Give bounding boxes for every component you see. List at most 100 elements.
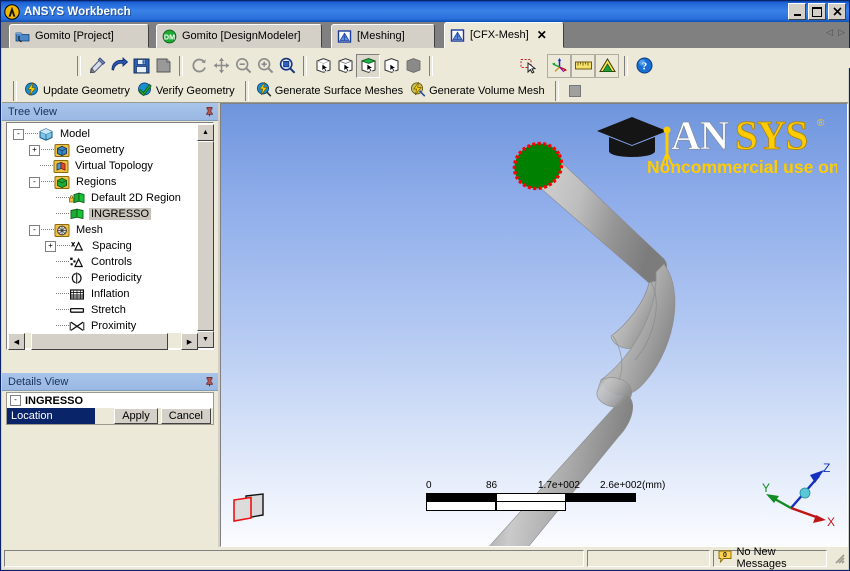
tree-toggle-icon[interactable]: - bbox=[29, 176, 40, 188]
generate-surface-meshes-icon bbox=[256, 81, 272, 100]
maximize-button[interactable] bbox=[808, 3, 826, 20]
box-select-icon[interactable] bbox=[518, 55, 546, 77]
generate-volume-mesh-button[interactable]: Generate Volume Mesh bbox=[408, 81, 550, 101]
scroll-right-button[interactable]: ▶ bbox=[181, 333, 198, 350]
details-row-label: Location bbox=[7, 408, 95, 424]
tab-nav-arrows: ◁ ▷ bbox=[826, 27, 845, 38]
tree-toggle-icon[interactable]: + bbox=[29, 144, 40, 156]
generate-surface-meshes-button[interactable]: Generate Surface Meshes bbox=[254, 81, 408, 101]
scroll-down-button[interactable]: ▼ bbox=[197, 331, 214, 348]
export-icon[interactable] bbox=[152, 55, 174, 77]
toolbar-separator bbox=[13, 80, 17, 101]
axis-label-y: Y bbox=[762, 481, 770, 495]
resize-grip-icon[interactable] bbox=[832, 551, 846, 565]
scroll-left-button[interactable]: ◀ bbox=[8, 333, 25, 350]
tab-gomito-designmodeler[interactable]: DM Gomito [DesignModeler] bbox=[156, 24, 322, 48]
tree-node-label: Inflation bbox=[91, 288, 130, 300]
tree-node-regions[interactable]: - Regions bbox=[7, 174, 197, 190]
select-vertex-icon[interactable] bbox=[312, 55, 334, 77]
zoom-in-icon[interactable] bbox=[254, 55, 276, 77]
mesh-quality-icon[interactable] bbox=[595, 53, 619, 78]
apply-button[interactable]: Apply bbox=[114, 408, 158, 424]
ruler-icon[interactable] bbox=[571, 53, 595, 78]
tree-toggle-icon[interactable]: + bbox=[45, 240, 56, 252]
periodicity-icon bbox=[69, 271, 85, 286]
mesh-icon bbox=[54, 223, 70, 238]
tree-node-label: Periodicity bbox=[91, 272, 142, 284]
tree-connector bbox=[56, 309, 69, 311]
coordinate-triad: Z Y X bbox=[762, 461, 835, 529]
close-icon[interactable]: ✕ bbox=[537, 28, 547, 42]
select-body-icon[interactable] bbox=[380, 55, 402, 77]
graphics-viewport[interactable]: AN SYS ® Noncommercial use only 0 86 1.7… bbox=[220, 103, 848, 547]
view-plane-icon[interactable] bbox=[230, 491, 270, 525]
help-icon[interactable]: ? bbox=[633, 55, 655, 77]
tree-node-periodicity[interactable]: Periodicity bbox=[7, 270, 197, 286]
scale-segment-2 bbox=[496, 493, 566, 502]
button-label: Update Geometry bbox=[43, 84, 130, 97]
tree-node-stretch[interactable]: Stretch bbox=[7, 302, 197, 318]
tree-node-ingresso[interactable]: INGRESSO bbox=[7, 206, 197, 222]
close-button[interactable] bbox=[828, 3, 846, 20]
axis-label-x: X bbox=[827, 515, 835, 529]
tree-node-geometry[interactable]: + Geometry bbox=[7, 142, 197, 158]
tab-next-button[interactable]: ▷ bbox=[838, 27, 845, 38]
toolbar-separator bbox=[624, 55, 628, 76]
pan-icon[interactable] bbox=[210, 55, 232, 77]
tab-cfx-mesh[interactable]: [CFX-Mesh] ✕ bbox=[444, 22, 564, 48]
details-group-row[interactable]: - INGRESSO bbox=[6, 392, 214, 408]
zoom-out-icon[interactable] bbox=[232, 55, 254, 77]
tree-node-virtual-topology[interactable]: Virtual Topology bbox=[7, 158, 197, 174]
tree-node-model[interactable]: - Model bbox=[7, 126, 197, 142]
scroll-thumb[interactable] bbox=[31, 333, 168, 350]
main-toolbar: ? bbox=[2, 52, 848, 79]
cancel-button[interactable]: Cancel bbox=[160, 408, 211, 424]
pin-icon[interactable] bbox=[204, 106, 215, 117]
svg-text:DM: DM bbox=[164, 32, 175, 41]
model-icon bbox=[38, 127, 54, 142]
refresh-icon[interactable] bbox=[188, 55, 210, 77]
region-icon bbox=[69, 207, 85, 222]
tree-node-label: Regions bbox=[76, 176, 117, 188]
verify-geometry-button[interactable]: Verify Geometry bbox=[135, 81, 240, 101]
tree-node-proximity[interactable]: Proximity bbox=[7, 318, 197, 334]
tree-node-mesh[interactable]: - Mesh bbox=[7, 222, 197, 238]
zoom-to-fit-icon[interactable] bbox=[276, 55, 298, 77]
new-icon[interactable] bbox=[86, 55, 108, 77]
tree-horizontal-scrollbar[interactable]: ◀ ▶ bbox=[8, 333, 198, 350]
details-location-row[interactable]: Location Apply Cancel bbox=[6, 408, 214, 425]
tree-node-default-2d-region[interactable]: Default 2D Region bbox=[7, 190, 197, 206]
tab-prev-button[interactable]: ◁ bbox=[826, 27, 833, 38]
select-face-icon[interactable] bbox=[356, 53, 380, 78]
status-message-field[interactable]: 0 No New Messages bbox=[713, 546, 827, 570]
tab-gomito-project[interactable]: Gomito [Project] bbox=[9, 24, 149, 48]
details-group-label: INGRESSO bbox=[25, 394, 84, 407]
open-icon[interactable] bbox=[108, 55, 130, 77]
mesh-toolbar: Update Geometry Verify Geometry Generate bbox=[2, 79, 848, 103]
scale-bar: 0 86 1.7e+002 2.6e+002(mm) bbox=[426, 480, 665, 511]
tree-node-spacing[interactable]: + Spacing bbox=[7, 238, 197, 254]
tree-toggle-icon[interactable]: - bbox=[29, 224, 40, 236]
tree-vertical-scrollbar[interactable]: ▲ ▼ bbox=[197, 124, 214, 348]
pin-icon[interactable] bbox=[204, 376, 215, 387]
coordinate-triad-icon[interactable] bbox=[547, 53, 571, 78]
status-left-field bbox=[4, 549, 585, 567]
toolbar-separator bbox=[429, 55, 433, 76]
tree-toggle-icon[interactable]: - bbox=[13, 128, 24, 140]
select-edge-icon[interactable] bbox=[334, 55, 356, 77]
scroll-thumb[interactable] bbox=[197, 141, 214, 331]
tab-meshing[interactable]: [Meshing] bbox=[331, 24, 435, 48]
tree-node-inflation[interactable]: Inflation bbox=[7, 286, 197, 302]
minimize-button[interactable] bbox=[788, 3, 806, 20]
stretch-icon bbox=[69, 303, 85, 318]
update-geometry-button[interactable]: Update Geometry bbox=[22, 81, 135, 101]
tree-view[interactable]: - Model + Geometry Virtual Topology - Regions D… bbox=[7, 123, 197, 352]
tree-node-label: Proximity bbox=[91, 320, 137, 332]
scroll-up-button[interactable]: ▲ bbox=[197, 124, 214, 141]
solid-shade-icon[interactable] bbox=[402, 55, 424, 77]
collapse-toggle-icon[interactable]: - bbox=[10, 395, 21, 406]
tree-connector bbox=[25, 133, 38, 135]
tree-node-controls[interactable]: Controls bbox=[7, 254, 197, 270]
stop-icon[interactable] bbox=[564, 80, 586, 102]
save-icon[interactable] bbox=[130, 55, 152, 77]
